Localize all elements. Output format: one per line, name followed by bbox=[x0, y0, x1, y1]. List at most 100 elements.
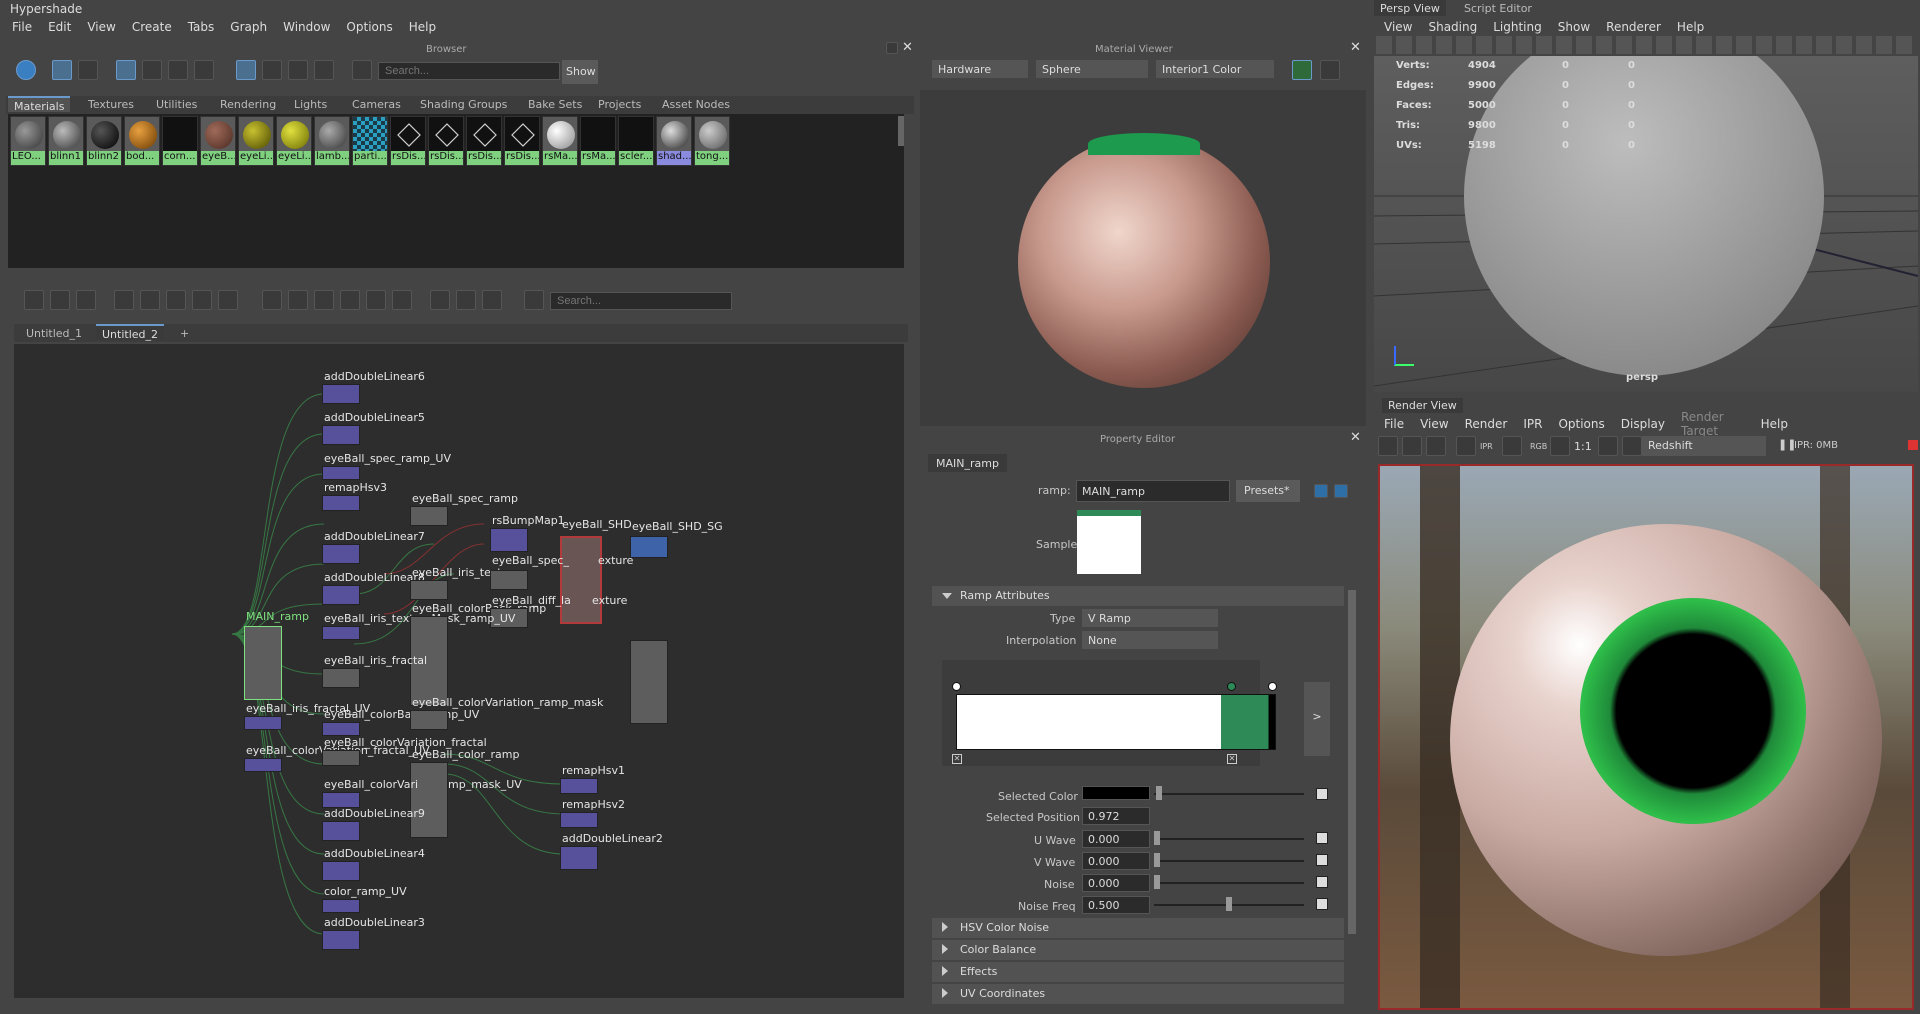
menu-graph[interactable]: Graph bbox=[222, 20, 275, 34]
tab-asset-nodes[interactable]: Asset Nodes bbox=[656, 96, 736, 112]
graph-node[interactable] bbox=[410, 762, 448, 838]
render-region-icon[interactable] bbox=[1456, 436, 1476, 456]
filter-icon[interactable] bbox=[352, 60, 372, 80]
persp-menu-view[interactable]: View bbox=[1376, 20, 1420, 34]
graph-node[interactable] bbox=[322, 626, 360, 640]
u-wave-slider[interactable] bbox=[1154, 838, 1304, 840]
menu-tabs[interactable]: Tabs bbox=[180, 20, 223, 34]
graph-node[interactable] bbox=[630, 536, 668, 558]
ratio-button[interactable]: 1:1 bbox=[1574, 440, 1592, 453]
persp-menu-shading[interactable]: Shading bbox=[1420, 20, 1485, 34]
texture-map-icon[interactable] bbox=[1316, 832, 1328, 844]
renderer-select[interactable]: Redshift bbox=[1642, 436, 1766, 456]
render-frame-icon[interactable] bbox=[1378, 436, 1398, 456]
render-menu-render[interactable]: Render bbox=[1457, 417, 1516, 431]
copy-tab-icon[interactable] bbox=[1314, 484, 1328, 498]
render-image[interactable] bbox=[1378, 464, 1914, 1010]
ipr-icon[interactable]: IPR bbox=[1480, 442, 1493, 451]
texture-map-icon[interactable] bbox=[1316, 898, 1328, 910]
slider-knob[interactable] bbox=[1154, 831, 1160, 845]
small-swatch-icon[interactable] bbox=[116, 60, 136, 80]
on-toggle-icon[interactable] bbox=[16, 60, 36, 80]
selected-color-slider[interactable] bbox=[1154, 793, 1304, 795]
tab-materials[interactable]: Materials bbox=[8, 96, 71, 113]
menu-options[interactable]: Options bbox=[338, 20, 400, 34]
v-wave-slider[interactable] bbox=[1154, 860, 1304, 862]
tab-lights[interactable]: Lights bbox=[288, 96, 333, 112]
refresh-icon[interactable] bbox=[314, 60, 334, 80]
simple-view-icon[interactable] bbox=[262, 290, 282, 310]
close-icon[interactable]: ✕ bbox=[902, 40, 913, 55]
material-swatch[interactable]: eyeLi... bbox=[238, 116, 274, 166]
tab-persp-view[interactable]: Persp View bbox=[1374, 0, 1446, 16]
graph-node[interactable] bbox=[322, 384, 360, 404]
material-swatch[interactable]: eyeB... bbox=[200, 116, 236, 166]
texture-map-icon[interactable] bbox=[1316, 876, 1328, 888]
ramp-delete-icon[interactable]: ✕ bbox=[952, 754, 962, 764]
pause-icon[interactable] bbox=[1292, 60, 1312, 80]
tab-bake-sets[interactable]: Bake Sets bbox=[522, 96, 588, 112]
clear-graph-icon[interactable] bbox=[114, 290, 134, 310]
snap-icon[interactable] bbox=[456, 290, 476, 310]
keep-image-icon[interactable] bbox=[1622, 436, 1642, 456]
ramp-name-field[interactable]: MAIN_ramp bbox=[1076, 480, 1230, 502]
connected-view-icon[interactable] bbox=[288, 290, 308, 310]
frame-all-icon[interactable] bbox=[218, 290, 238, 310]
menu-help[interactable]: Help bbox=[401, 20, 444, 34]
noise-slider[interactable] bbox=[1154, 882, 1304, 884]
dock-icon[interactable] bbox=[886, 42, 898, 54]
material-viewer-close-icon[interactable]: ✕ bbox=[1350, 40, 1361, 55]
material-swatch[interactable]: blinn1 bbox=[48, 116, 84, 166]
shape-select[interactable]: Sphere bbox=[1036, 60, 1148, 78]
persp-menu-lighting[interactable]: Lighting bbox=[1485, 20, 1550, 34]
material-swatch[interactable]: rsMa... bbox=[580, 116, 616, 166]
tab-rendering[interactable]: Rendering bbox=[214, 96, 282, 112]
material-swatch[interactable]: tong... bbox=[694, 116, 730, 166]
graph-node[interactable] bbox=[560, 846, 598, 870]
hsv-color-noise-section[interactable]: HSV Color Noise bbox=[932, 918, 1344, 938]
xlarge-swatch-icon[interactable] bbox=[194, 60, 214, 80]
remove-from-graph-icon[interactable] bbox=[166, 290, 186, 310]
render-menu-view[interactable]: View bbox=[1412, 417, 1456, 431]
large-swatch-icon[interactable] bbox=[168, 60, 188, 80]
material-swatch[interactable]: bod... bbox=[124, 116, 160, 166]
graph-node[interactable] bbox=[322, 861, 360, 881]
graph-node[interactable] bbox=[322, 495, 360, 511]
graph-node[interactable] bbox=[410, 506, 448, 526]
graph-input-icon[interactable] bbox=[50, 290, 70, 310]
slider-knob[interactable] bbox=[1156, 786, 1162, 800]
stop-icon[interactable] bbox=[1908, 440, 1918, 450]
persp-menu-show[interactable]: Show bbox=[1550, 20, 1598, 34]
render-menu-options[interactable]: Options bbox=[1550, 417, 1612, 431]
persp-viewport[interactable]: persp bbox=[1374, 56, 1918, 392]
graph-node[interactable] bbox=[322, 930, 360, 950]
node-tab[interactable]: MAIN_ramp bbox=[928, 454, 1007, 472]
snapshot-icon[interactable] bbox=[1426, 436, 1446, 456]
sort-type-icon[interactable] bbox=[262, 60, 282, 80]
menu-window[interactable]: Window bbox=[275, 20, 338, 34]
graph-node[interactable] bbox=[244, 758, 282, 772]
ramp-gradient[interactable] bbox=[956, 694, 1276, 750]
tab-cameras[interactable]: Cameras bbox=[346, 96, 407, 112]
tab-untitled-1[interactable]: Untitled_1 bbox=[20, 325, 88, 341]
slider-knob[interactable] bbox=[1154, 875, 1160, 889]
graph-node[interactable] bbox=[322, 821, 360, 841]
interpolation-select[interactable]: None bbox=[1082, 631, 1218, 649]
uv-coordinates-section[interactable]: UV Coordinates bbox=[932, 984, 1344, 1004]
rgb-channel-button[interactable]: RGB bbox=[1530, 442, 1547, 451]
u-wave-field[interactable]: 0.000 bbox=[1082, 830, 1150, 848]
property-editor-scrollbar[interactable] bbox=[1348, 590, 1356, 934]
node-graph[interactable]: addDoubleLinear6 addDoubleLinear5 eyeBal… bbox=[14, 344, 904, 998]
v-wave-field[interactable]: 0.000 bbox=[1082, 852, 1150, 870]
ipr-render-icon[interactable] bbox=[1402, 436, 1422, 456]
graph-node[interactable] bbox=[560, 778, 598, 794]
graph-input-output-icon[interactable] bbox=[24, 290, 44, 310]
slider-knob[interactable] bbox=[1154, 853, 1160, 867]
selected-position-field[interactable]: 0.972 bbox=[1082, 807, 1150, 825]
material-swatch[interactable]: corn... bbox=[162, 116, 198, 166]
render-menu-help[interactable]: Help bbox=[1753, 417, 1796, 431]
graph-node[interactable] bbox=[560, 812, 598, 828]
view-list-icon[interactable] bbox=[78, 60, 98, 80]
grid-icon[interactable] bbox=[430, 290, 450, 310]
ramp-delete-icon[interactable]: ✕ bbox=[1227, 754, 1237, 764]
